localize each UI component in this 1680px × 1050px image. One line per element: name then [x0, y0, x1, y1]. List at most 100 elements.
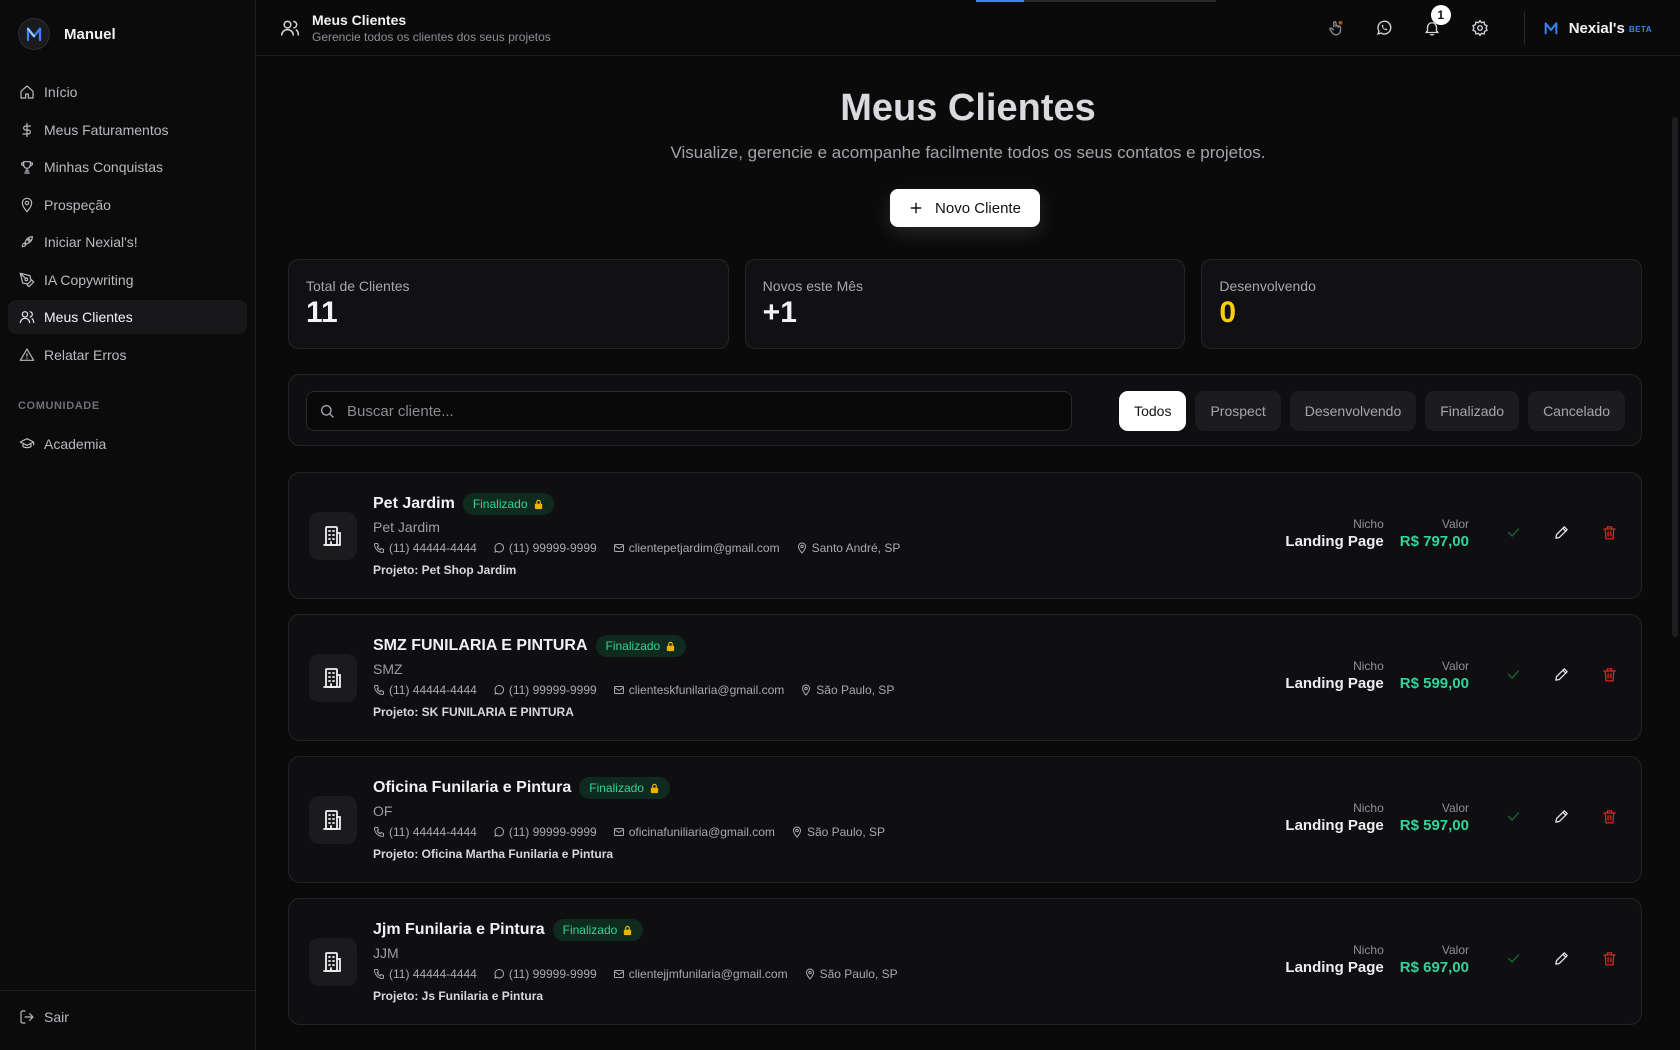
mark-done-button[interactable] — [1503, 664, 1523, 684]
delete-client-button[interactable] — [1599, 664, 1619, 684]
trash-icon — [1602, 525, 1616, 540]
client-short-name: SMZ — [373, 661, 403, 677]
logout-button[interactable]: Sair — [19, 1009, 69, 1025]
delete-client-button[interactable] — [1599, 948, 1619, 968]
sidebar-item-label: Minhas Conquistas — [44, 159, 164, 175]
client-actions — [1503, 948, 1619, 968]
sidebar-community-nav: Academia — [8, 427, 247, 465]
client-contacts: (11) 44444-4444 (11) 99999-9999 oficinaf… — [373, 825, 885, 839]
pencil-icon — [1554, 951, 1568, 965]
notification-badge: 1 — [1430, 5, 1451, 25]
delete-client-button[interactable] — [1599, 522, 1619, 542]
sidebar-item-conquistas[interactable]: Minhas Conquistas — [8, 150, 247, 184]
pencil-icon — [1554, 667, 1568, 681]
stat-value: 0 — [1219, 296, 1237, 329]
sidebar-item-label: IA Copywriting — [44, 271, 134, 288]
message-circle-icon — [494, 827, 504, 837]
sidebar-section-label: COMUNIDADE — [18, 400, 100, 412]
sidebar-item-relatar-erros[interactable]: Relatar Erros — [8, 338, 247, 372]
sidebar-item-ia-copywriting[interactable]: IA Copywriting — [8, 263, 247, 297]
new-client-label: Novo Cliente — [935, 199, 1021, 217]
client-name: SMZ FUNILARIA E PINTURA — [373, 637, 588, 654]
map-pin-icon — [805, 968, 814, 980]
home-icon — [20, 85, 34, 99]
pencil-icon — [1554, 809, 1568, 823]
mark-done-button[interactable] — [1503, 948, 1523, 968]
top-progress-fill — [976, 0, 1024, 2]
stat-label: Total de Clientes — [306, 278, 410, 294]
scrollbar[interactable] — [1672, 117, 1678, 637]
filter-prospect[interactable]: Prospect — [1195, 391, 1281, 431]
filter-cancelado[interactable]: Cancelado — [1528, 391, 1625, 431]
mark-done-button[interactable] — [1503, 522, 1523, 542]
client-info: Pet Jardim Finalizado Pet Jardim (11) 44… — [373, 493, 900, 577]
edit-client-button[interactable] — [1551, 522, 1571, 542]
trash-icon — [1602, 951, 1616, 966]
graduation-cap-icon — [19, 438, 35, 449]
sidebar-item-label: Meus Clientes — [44, 309, 133, 325]
edit-client-button[interactable] — [1551, 948, 1571, 968]
brand[interactable]: Nexial's BETA — [1543, 20, 1652, 37]
lock-icon — [624, 925, 632, 935]
email-text: clientepetjardim@gmail.com — [628, 541, 780, 555]
delete-client-button[interactable] — [1599, 806, 1619, 826]
sidebar-nav: Início Meus Faturamentos Minhas Conquist… — [8, 75, 247, 375]
stat-card-developing: Desenvolvendo 0 — [1201, 259, 1643, 349]
edit-client-button[interactable] — [1551, 664, 1571, 684]
client-card[interactable]: SMZ FUNILARIA E PINTURA Finalizado SMZ (… — [288, 614, 1642, 741]
building-icon — [323, 526, 341, 546]
filter-finalizado[interactable]: Finalizado — [1425, 391, 1520, 431]
niche-label: Nicho — [1353, 943, 1384, 957]
client-list: Pet Jardim Finalizado Pet Jardim (11) 44… — [288, 472, 1642, 1040]
hand-pointer-icon — [1329, 20, 1343, 36]
client-info: SMZ FUNILARIA E PINTURA Finalizado SMZ (… — [373, 635, 894, 719]
sidebar-item-inicio[interactable]: Início — [8, 75, 247, 109]
check-icon — [1507, 811, 1519, 821]
client-project: Projeto: Oficina Martha Funilaria e Pint… — [373, 847, 885, 861]
client-email: clienteskfunilaria@gmail.com — [613, 683, 784, 697]
client-name: Pet Jardim — [373, 495, 455, 512]
email-text: oficinafuniliaria@gmail.com — [628, 825, 775, 839]
check-icon — [1507, 669, 1519, 679]
mark-done-button[interactable] — [1503, 806, 1523, 826]
filter-desenvolvendo[interactable]: Desenvolvendo — [1289, 391, 1417, 431]
sidebar-item-faturamentos[interactable]: Meus Faturamentos — [8, 113, 247, 147]
client-card[interactable]: Oficina Funilaria e Pintura Finalizado O… — [288, 756, 1642, 883]
sidebar-item-iniciar-nexials[interactable]: Iniciar Nexial's! — [8, 225, 247, 259]
filter-todos[interactable]: Todos — [1119, 391, 1187, 431]
avatar[interactable] — [18, 18, 50, 50]
client-actions — [1503, 522, 1619, 542]
check-icon — [1507, 953, 1519, 963]
new-client-button[interactable]: Novo Cliente — [890, 189, 1040, 227]
client-meta: Nicho Landing Page Valor R$ 599,00 — [1285, 659, 1469, 692]
client-project: Projeto: Js Funilaria e Pintura — [373, 989, 898, 1003]
message-circle-icon — [494, 969, 504, 979]
niche-label: Nicho — [1353, 659, 1384, 673]
value-amount: R$ 597,00 — [1399, 817, 1469, 834]
brand-name: Nexial's — [1568, 19, 1625, 37]
logout-label: Sair — [44, 1009, 69, 1025]
client-name: Oficina Funilaria e Pintura — [373, 779, 572, 796]
client-meta: Nicho Landing Page Valor R$ 797,00 — [1285, 517, 1469, 550]
status-label: Finalizado — [472, 497, 528, 511]
client-card[interactable]: Pet Jardim Finalizado Pet Jardim (11) 44… — [288, 472, 1642, 599]
project-text: Projeto: Pet Shop Jardim — [373, 563, 517, 577]
search-input[interactable] — [347, 402, 1071, 420]
client-avatar — [309, 654, 357, 702]
sidebar-item-meus-clientes[interactable]: Meus Clientes — [8, 300, 247, 334]
notifications-button[interactable]: 1 — [1408, 0, 1456, 56]
client-card[interactable]: Jjm Funilaria e Pintura Finalizado JJM (… — [288, 898, 1642, 1025]
user-profile[interactable]: Manuel — [18, 18, 116, 50]
sidebar-item-label: Início — [44, 84, 78, 100]
sidebar-item-prospecao[interactable]: Prospeção — [8, 188, 247, 222]
whatsapp-button[interactable] — [1360, 0, 1408, 56]
gear-icon — [1471, 19, 1488, 37]
gesture-button[interactable] — [1312, 0, 1360, 56]
trash-icon — [1602, 667, 1616, 682]
phone-icon — [373, 969, 384, 980]
edit-client-button[interactable] — [1551, 806, 1571, 826]
email-text: clientejjmfunilaria@gmail.com — [628, 967, 788, 981]
settings-button[interactable] — [1456, 0, 1504, 56]
search-box[interactable] — [306, 391, 1072, 431]
sidebar-item-academia[interactable]: Academia — [8, 427, 247, 461]
